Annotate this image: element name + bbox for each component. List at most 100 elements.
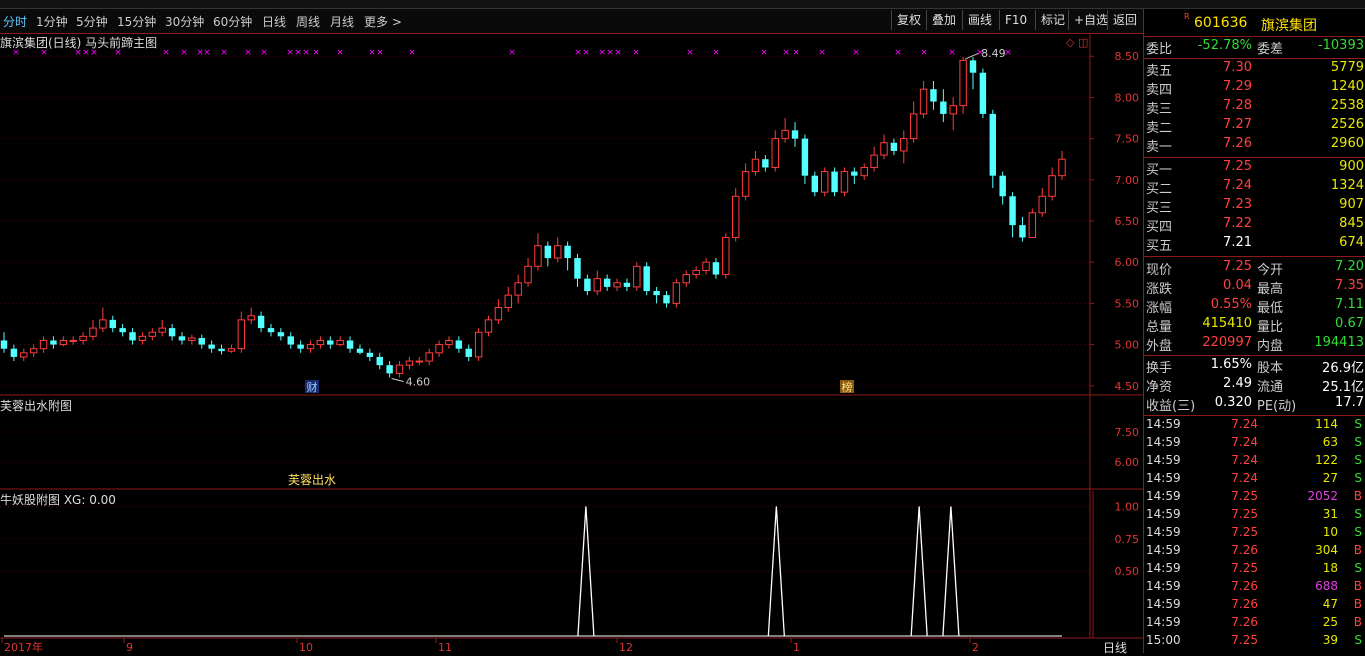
tick-time: 14:59: [1146, 471, 1181, 485]
tick-price: 7.25: [1231, 489, 1258, 503]
candle-body: [267, 328, 275, 333]
period-tab-daily[interactable]: 日线: [262, 13, 286, 30]
tick-direction: B: [1353, 489, 1362, 503]
stat-label: 现价: [1146, 263, 1173, 278]
stat-row: 总量 415410 量比 0.67: [1144, 316, 1365, 335]
stat-label: 内盘: [1257, 339, 1284, 354]
signal-marker: ×: [686, 48, 694, 58]
diamond-icon[interactable]: ◇: [1066, 36, 1074, 49]
y-tick-label: 4.50: [1115, 380, 1140, 393]
weicha-value: -10393: [1317, 38, 1364, 53]
window-icon[interactable]: ◫: [1078, 36, 1088, 49]
tick-row: 14:59 7.24 114 S: [1144, 417, 1365, 436]
sell-price: 7.29: [1223, 79, 1252, 94]
signal-marker: ×: [712, 48, 720, 58]
sell-volume: 5779: [1330, 60, 1364, 75]
signal-marker: ×: [976, 48, 984, 58]
candle-body: [119, 328, 126, 333]
candle-body: [653, 291, 660, 296]
period-tab-60min[interactable]: 60分钟: [213, 13, 252, 30]
candle-body: [29, 348, 38, 354]
tick-volume: 18: [1322, 561, 1338, 575]
mark-button[interactable]: 标记: [1035, 10, 1070, 30]
stat-value: 194413: [1314, 335, 1364, 350]
tick-time: 14:59: [1146, 525, 1181, 539]
y-tick-label: 8.50: [1115, 50, 1140, 63]
x-tick-label: 1: [793, 641, 800, 653]
signal-marker: ×: [294, 48, 302, 58]
stat-label: 涨跌: [1146, 282, 1173, 297]
divider: [1144, 256, 1365, 257]
x-tick-label: 9: [126, 641, 133, 653]
chart-canvas[interactable]: 8.50 8.00 7.50 7.00 6.50 6.00 5.50 5.00 4.50 2017…: [0, 34, 1143, 653]
buy-level-row: 买三 7.23 907: [1144, 197, 1365, 216]
candle-body: [198, 337, 205, 345]
candle-body: [277, 332, 285, 337]
buy-price: 7.22: [1223, 216, 1252, 231]
tick-time: 14:59: [1146, 561, 1181, 575]
candle-body: [564, 245, 571, 259]
tick-time: 14:59: [1146, 579, 1181, 593]
candle-body: [643, 266, 650, 292]
fuquan-button[interactable]: 复权: [891, 10, 926, 30]
candle-body: [69, 339, 77, 342]
f10-button[interactable]: F10: [999, 10, 1032, 30]
tick-price: 7.25: [1231, 525, 1258, 539]
tick-direction: S: [1354, 561, 1362, 575]
stat-row: 涨幅 0.55% 最低 7.11: [1144, 297, 1365, 316]
tick-row: 14:59 7.26 688 B: [1144, 579, 1365, 598]
period-tab-fenshi[interactable]: 分时: [3, 13, 27, 30]
x-tick-label: 11: [438, 641, 452, 653]
tick-row: 14:59 7.26 25 B: [1144, 615, 1365, 634]
tick-row: 14:59 7.25 10 S: [1144, 525, 1365, 544]
candle-body: [455, 340, 463, 349]
fundamental-row: 换手 1.65% 股本 26.9亿: [1144, 357, 1365, 376]
fund-label: 换手: [1146, 361, 1173, 376]
period-tab-5min[interactable]: 5分钟: [76, 13, 108, 30]
period-tab-15min[interactable]: 15分钟: [117, 13, 156, 30]
candle-body: [79, 335, 87, 341]
candle-body: [1019, 225, 1026, 238]
tick-direction: B: [1353, 597, 1362, 611]
overlay-button[interactable]: 叠加: [926, 10, 961, 30]
back-button[interactable]: 返回: [1107, 10, 1142, 30]
candle-body: [771, 138, 779, 168]
period-tab-monthly[interactable]: 月线: [330, 13, 354, 30]
tick-direction: S: [1354, 633, 1362, 647]
top-menu-strip: [0, 0, 1365, 9]
period-tab-more[interactable]: 更多 >: [364, 13, 402, 30]
tick-row: 14:59 7.25 31 S: [1144, 507, 1365, 526]
draw-line-button[interactable]: 画线: [962, 10, 997, 30]
period-tab-1min[interactable]: 1分钟: [36, 13, 68, 30]
kline-chart-area[interactable]: 8.50 8.00 7.50 7.00 6.50 6.00 5.50 5.00 4.50 2017…: [0, 34, 1143, 655]
candle-body: [584, 278, 591, 292]
candle-body: [781, 129, 789, 140]
candle-body: [574, 258, 581, 279]
tick-row: 14:59 7.25 18 S: [1144, 561, 1365, 580]
signal-marker: ×: [574, 48, 582, 58]
tick-time: 14:59: [1146, 489, 1181, 503]
fund-value: 26.9亿: [1322, 361, 1364, 376]
sell-volume: 2538: [1330, 98, 1364, 113]
tick-time: 14:59: [1146, 597, 1181, 611]
y-tick-label: 6.50: [1115, 215, 1140, 228]
tick-time: 14:59: [1146, 453, 1181, 467]
buy-level-row: 买四 7.22 845: [1144, 216, 1365, 235]
y-tick-label: 7.50: [1115, 133, 1140, 146]
candle-body: [50, 340, 57, 345]
signal-marker: ×: [203, 48, 211, 58]
candle-body: [909, 113, 918, 140]
y-tick-label: 7.00: [1115, 174, 1140, 187]
signal-marker: ×: [180, 48, 188, 58]
period-tab-30min[interactable]: 30分钟: [165, 13, 204, 30]
signal-marker: ×: [302, 48, 310, 58]
tick-volume: 688: [1315, 579, 1338, 593]
signal-marker: ×: [260, 48, 268, 58]
candle-body: [327, 340, 334, 345]
signal-marker: ×: [948, 48, 956, 58]
tick-time: 14:59: [1146, 417, 1181, 431]
candle-body: [731, 195, 740, 238]
tick-price: 7.25: [1231, 507, 1258, 521]
sell-level-row: 卖五 7.30 5779: [1144, 60, 1365, 79]
period-tab-weekly[interactable]: 周线: [296, 13, 320, 30]
